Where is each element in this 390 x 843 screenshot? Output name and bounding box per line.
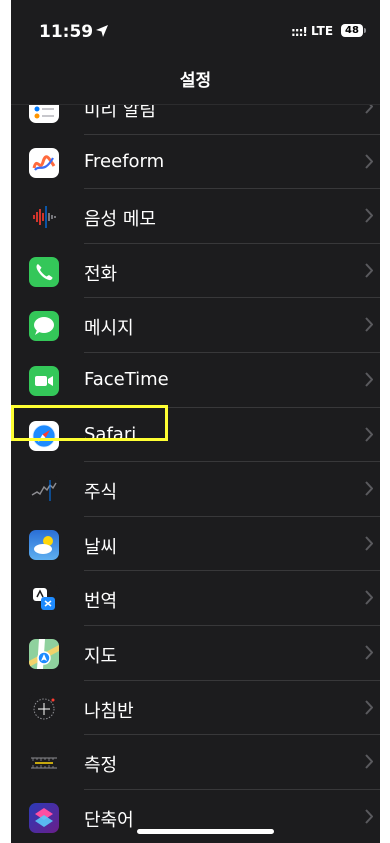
phone-screen: 11:59 :::! LTE 48 설정 미리 알림 Freeform 음성 메… <box>11 0 380 843</box>
settings-row-freeform[interactable]: Freeform <box>11 134 380 190</box>
settings-row-label: FaceTime <box>84 368 169 390</box>
facetime-icon <box>29 365 59 396</box>
weather-icon <box>29 529 59 560</box>
settings-row-voice-memos[interactable]: 음성 메모 <box>11 189 380 244</box>
voice-memos-icon <box>29 202 59 233</box>
measure-icon <box>29 748 59 779</box>
chevron-right-icon <box>365 208 373 223</box>
settings-row-label: 주식 <box>84 482 118 504</box>
settings-row-label: 음성 메모 <box>84 209 156 231</box>
location-arrow-icon <box>96 25 108 37</box>
settings-row-label: 날씨 <box>84 536 118 558</box>
shortcuts-icon <box>29 802 59 833</box>
status-bar: 11:59 :::! LTE 48 <box>11 0 380 48</box>
settings-row-messages[interactable]: 메시지 <box>11 298 380 353</box>
settings-list: 미리 알림 Freeform 음성 메모 전화 메시지 FaceTime Saf… <box>11 80 380 843</box>
settings-row-compass[interactable]: 나침반 <box>11 680 380 736</box>
settings-row-label: 지도 <box>84 645 118 667</box>
settings-row-safari[interactable]: Safari <box>11 407 380 463</box>
messages-icon <box>29 311 59 342</box>
chevron-right-icon <box>365 481 373 496</box>
chevron-right-icon <box>365 263 373 278</box>
chevron-right-icon <box>365 153 373 169</box>
chevron-right-icon <box>365 317 373 333</box>
page-title: 설정 <box>179 71 212 91</box>
status-time: 11:59 <box>39 22 94 42</box>
settings-row-label: 메시지 <box>84 318 134 340</box>
home-indicator[interactable] <box>137 829 274 834</box>
settings-row-weather[interactable]: 날씨 <box>11 516 380 572</box>
settings-row-maps[interactable]: 지도 <box>11 625 380 681</box>
settings-row-facetime[interactable]: FaceTime <box>11 352 380 408</box>
chevron-right-icon <box>365 645 373 660</box>
chevron-right-icon <box>365 699 373 715</box>
network-type: LTE <box>311 24 334 38</box>
translate-icon <box>29 584 59 615</box>
battery-tip <box>364 28 366 33</box>
stocks-icon <box>29 475 59 506</box>
chevron-right-icon <box>365 372 373 387</box>
signal-strength-icon: :::! <box>291 25 308 39</box>
chevron-right-icon <box>365 754 373 769</box>
settings-row-label: 단축어 <box>84 809 134 831</box>
nav-bar: 설정 <box>11 48 380 105</box>
phone-icon <box>29 256 59 287</box>
chevron-right-icon <box>365 590 373 606</box>
settings-row-label: 전화 <box>84 263 118 285</box>
safari-icon <box>29 420 59 451</box>
compass-icon <box>29 693 59 724</box>
chevron-right-icon <box>365 809 373 824</box>
freeform-icon <box>29 147 59 178</box>
settings-row-label: 번역 <box>84 591 118 613</box>
chevron-right-icon <box>365 536 373 551</box>
settings-row-label: 나침반 <box>84 700 134 722</box>
settings-row-measure[interactable]: 측정 <box>11 735 380 790</box>
settings-row-stocks[interactable]: 주식 <box>11 462 380 517</box>
settings-row-shortcuts[interactable]: 단축어 <box>11 789 380 843</box>
settings-row-label: 측정 <box>84 755 118 777</box>
chevron-right-icon <box>365 426 373 442</box>
settings-row-translate[interactable]: 번역 <box>11 571 380 626</box>
settings-row-phone[interactable]: 전화 <box>11 243 380 299</box>
battery-icon: 48 <box>341 24 363 37</box>
settings-row-label: Safari <box>84 423 137 445</box>
maps-icon <box>29 638 59 669</box>
settings-row-label: Freeform <box>84 150 165 172</box>
